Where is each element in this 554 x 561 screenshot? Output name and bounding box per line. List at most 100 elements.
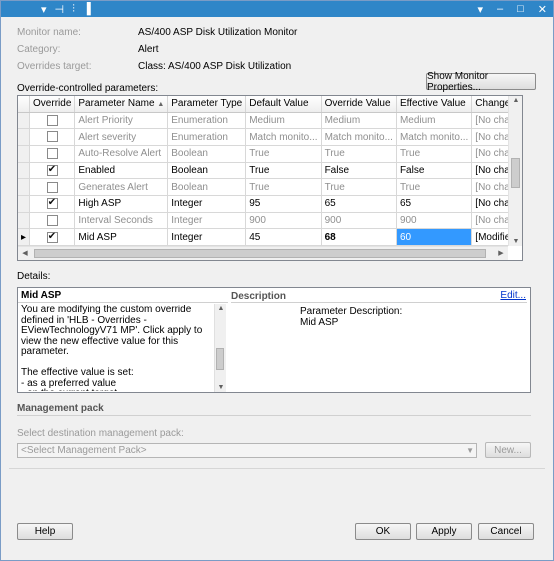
override-checkbox[interactable] — [46, 181, 58, 193]
sort-ascending-icon: ▲ — [157, 101, 165, 109]
override-value-cell[interactable]: Medium — [321, 112, 397, 130]
table-row[interactable]: Interval SecondsInteger900900900[No chan… — [18, 212, 522, 230]
show-monitor-properties-button[interactable]: Show Monitor Properties... — [426, 71, 536, 93]
override-cell — [29, 112, 76, 130]
monitor-name-value: AS/400 ASP Disk Utilization Monitor — [138, 27, 298, 38]
details-scroll-up-icon[interactable]: ▲ — [214, 305, 228, 312]
effective-value-cell: False — [396, 162, 473, 180]
description-divider — [231, 302, 527, 303]
table-row[interactable]: Alert severity Enumeration Match monito...… — [18, 128, 522, 146]
column-header-effective-value[interactable]: Effective Value — [396, 96, 473, 113]
override-checkbox[interactable] — [46, 231, 58, 243]
management-pack-divider — [17, 415, 531, 416]
row-selector[interactable] — [18, 195, 31, 213]
table-row[interactable]: High ASPInteger956565[No change] — [18, 195, 522, 213]
overrides-target-value: Class: AS/400 ASP Disk Utilization — [138, 61, 292, 72]
override-cell — [29, 128, 76, 146]
category-label: Category: — [17, 44, 61, 55]
chevron-down-icon[interactable]: ▼ — [466, 444, 474, 457]
row-selector[interactable] — [18, 162, 31, 180]
connection-icon[interactable]: ⫶ — [72, 3, 75, 16]
row-selector-header — [18, 96, 31, 113]
grid-horizontal-scroll-thumb[interactable] — [34, 249, 486, 258]
override-cell — [29, 195, 76, 213]
override-properties-window: ▾ ⊣ ⫶ ▐ ▾ – □ ✕ Monitor name: AS/400 ASP… — [0, 0, 554, 561]
override-checkbox[interactable] — [46, 114, 58, 126]
table-header-row: Override Parameter Name ▲ Parameter Type… — [18, 96, 522, 113]
parameters-table: Override Parameter Name ▲ Parameter Type… — [18, 96, 522, 246]
dropdown-icon[interactable]: ▾ — [41, 3, 47, 16]
new-management-pack-button[interactable]: New... — [485, 442, 531, 458]
effective-value-cell: Match monito... — [396, 128, 473, 146]
ok-button[interactable]: OK — [355, 523, 411, 540]
details-title: Mid ASP — [21, 290, 62, 301]
parameter-name-cell: Enabled — [74, 162, 169, 180]
description-value: Mid ASP — [300, 316, 339, 328]
override-value-cell[interactable]: True — [321, 178, 397, 196]
override-value-cell[interactable]: False — [321, 162, 397, 180]
override-parameters-grid[interactable]: Override Parameter Name ▲ Parameter Type… — [17, 95, 523, 261]
override-checkbox[interactable] — [46, 214, 58, 226]
override-value-cell[interactable]: 65 — [321, 195, 397, 213]
row-selector[interactable]: ▸ — [18, 228, 31, 246]
scroll-up-icon[interactable]: ▲ — [509, 97, 522, 104]
details-scrollbar[interactable]: ▲ ▼ — [214, 304, 226, 392]
monitor-name-label: Monitor name: — [17, 27, 81, 38]
column-header-default-value[interactable]: Default Value — [245, 96, 322, 113]
minimize-icon[interactable]: – — [497, 3, 503, 15]
grid-vertical-scrollbar[interactable]: ▲ ▼ — [508, 96, 522, 246]
title-bar: ▾ ⊣ ⫶ ▐ ▾ – □ ✕ — [1, 1, 553, 17]
override-params-label: Override-controlled parameters: — [17, 83, 159, 94]
table-row[interactable]: EnabledBooleanTrueFalseFalse[No change] — [18, 162, 522, 180]
management-pack-header: Management pack — [17, 403, 104, 414]
row-selector[interactable] — [18, 178, 31, 196]
parameter-name-cell: Auto-Resolve Alert — [74, 145, 169, 163]
pin-icon[interactable]: ⊣ — [55, 3, 65, 16]
scroll-right-icon[interactable]: ▶ — [494, 249, 508, 257]
parameter-name-cell: Interval Seconds — [74, 212, 169, 230]
help-button[interactable]: Help — [17, 523, 73, 540]
table-row[interactable]: ▸Mid ASPInteger456860[Modified] — [18, 228, 522, 246]
title-dropdown-icon[interactable]: ▾ — [477, 3, 483, 16]
details-scroll-thumb[interactable] — [216, 348, 224, 370]
column-header-override[interactable]: Override — [29, 96, 76, 113]
table-row[interactable]: Alert Priority Enumeration Medium Medium Med… — [18, 112, 522, 130]
table-row[interactable]: Auto-Resolve Alert Boolean True True True [No… — [18, 145, 522, 163]
override-value-cell[interactable]: 900 — [321, 212, 397, 230]
override-checkbox[interactable] — [46, 148, 58, 160]
override-value-cell[interactable]: Match monito... — [321, 128, 397, 146]
column-header-override-value[interactable]: Override Value — [321, 96, 397, 113]
override-cell — [29, 145, 76, 163]
category-value: Alert — [138, 44, 159, 55]
table-row[interactable]: Generates AlertBooleanTrueTrueTrue[No ch… — [18, 178, 522, 196]
scroll-down-icon[interactable]: ▼ — [509, 238, 522, 245]
row-selector[interactable] — [18, 112, 31, 130]
maximize-icon[interactable]: □ — [517, 3, 524, 15]
parameters-table-body: Alert Priority Enumeration Medium Medium Med… — [18, 112, 522, 246]
column-header-parameter-name[interactable]: Parameter Name ▲ — [74, 96, 169, 113]
edit-link[interactable]: Edit... — [500, 290, 526, 301]
override-value-cell[interactable]: True — [321, 145, 397, 163]
parameter-name-cell: High ASP — [74, 195, 169, 213]
override-value-cell[interactable]: 68 — [321, 228, 397, 246]
apply-button[interactable]: Apply — [416, 523, 472, 540]
scroll-left-icon[interactable]: ◀ — [18, 249, 32, 257]
cancel-button[interactable]: Cancel — [478, 523, 534, 540]
row-selector[interactable] — [18, 128, 31, 146]
column-header-parameter-type[interactable]: Parameter Type — [167, 96, 247, 113]
close-icon[interactable]: ✕ — [538, 3, 547, 16]
details-scroll-down-icon[interactable]: ▼ — [214, 384, 228, 391]
details-divider — [18, 302, 228, 303]
parameter-name-cell: Mid ASP — [74, 228, 169, 246]
default-value-cell: 900 — [245, 212, 322, 230]
override-checkbox[interactable] — [46, 198, 58, 210]
grid-horizontal-scrollbar[interactable]: ◀ ▶ — [18, 246, 508, 260]
details-text: You are modifying the custom override de… — [21, 305, 203, 391]
override-checkbox[interactable] — [46, 164, 58, 176]
row-selector[interactable] — [18, 145, 31, 163]
row-selector[interactable] — [18, 212, 31, 230]
details-label: Details: — [17, 271, 51, 282]
management-pack-select[interactable]: <Select Management Pack> ▼ — [17, 443, 477, 458]
override-checkbox[interactable] — [46, 131, 58, 143]
grid-vertical-scroll-thumb[interactable] — [511, 158, 520, 188]
